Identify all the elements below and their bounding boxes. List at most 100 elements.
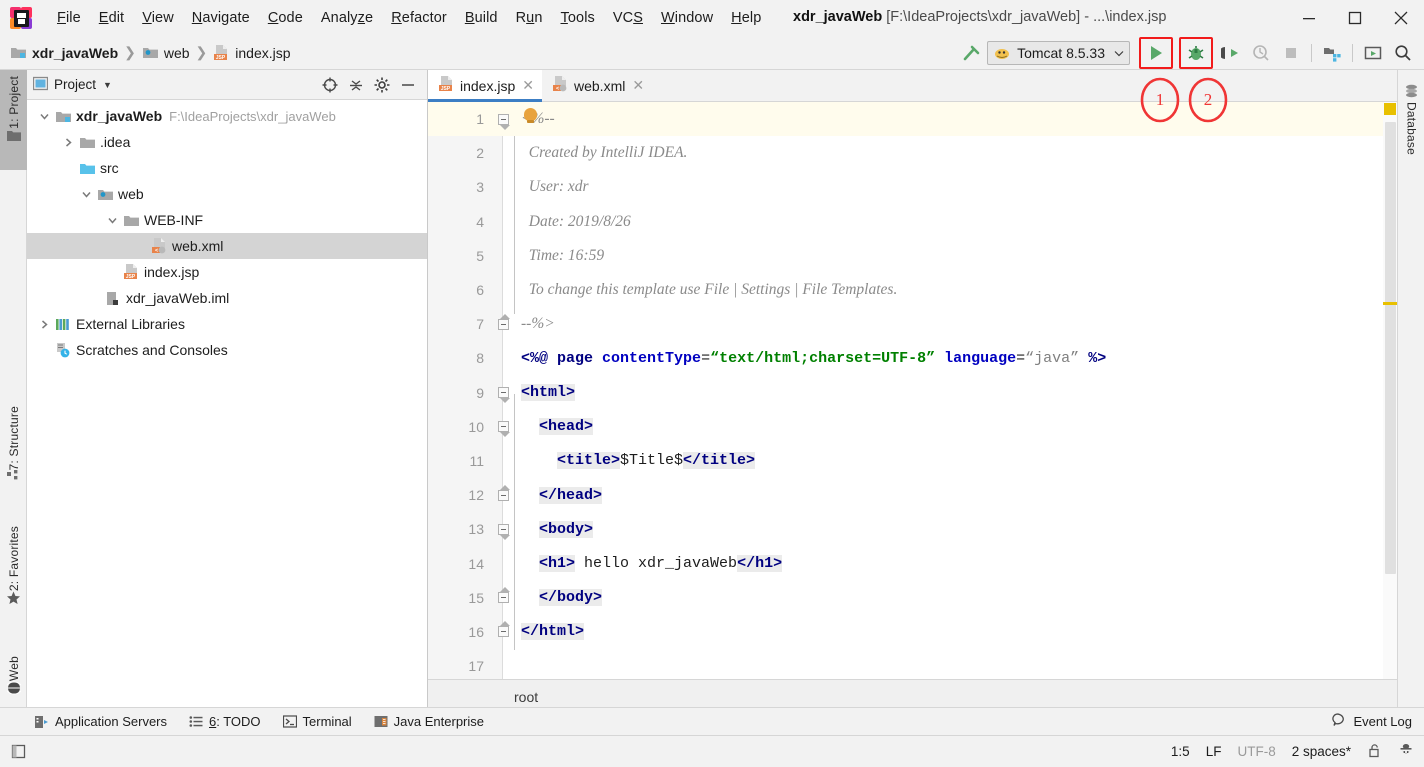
tab-web-xml[interactable]: < web.xml ✕ xyxy=(542,70,652,101)
toolwindow-terminal[interactable]: Terminal xyxy=(282,714,352,729)
fold-collapse-icon[interactable] xyxy=(497,387,510,404)
code-editor[interactable]: 1 <%-- 2 Created by IntelliJ IDEA. 3 User: … xyxy=(428,102,1397,679)
sidebar-item-project[interactable]: 1: Project xyxy=(0,70,27,170)
build-hammer-icon[interactable] xyxy=(957,39,987,67)
code-line[interactable]: 8 <%@ page contentType=“text/html;charset… xyxy=(428,341,1397,375)
sidebar-item-favorites[interactable]: 2: Favorites xyxy=(0,520,27,632)
code-line[interactable]: 17 xyxy=(428,649,1397,679)
code-line[interactable]: 15 </body> xyxy=(428,581,1397,615)
sidebar-item-database[interactable]: Database xyxy=(1398,74,1424,174)
run-button[interactable] xyxy=(1141,39,1171,67)
fold-gutter-cell[interactable] xyxy=(490,621,516,638)
run-with-coverage-button[interactable] xyxy=(1216,39,1246,67)
warning-marker[interactable] xyxy=(1384,103,1396,115)
code-line[interactable]: 7 --%> xyxy=(428,307,1397,341)
tab-index-jsp[interactable]: JSP index.jsp ✕ xyxy=(428,70,542,102)
hide-panel-button[interactable] xyxy=(395,73,421,97)
fold-end-icon[interactable] xyxy=(497,621,510,638)
hector-inspection-icon[interactable] xyxy=(1398,743,1414,761)
run-configuration-selector[interactable]: Tomcat 8.5.33 xyxy=(987,41,1130,65)
profile-button[interactable] xyxy=(1246,39,1276,67)
maximize-button[interactable] xyxy=(1332,0,1378,36)
tree-node-idea[interactable]: .idea xyxy=(27,129,427,155)
close-button[interactable] xyxy=(1378,0,1424,36)
code-line[interactable]: 12 </head> xyxy=(428,478,1397,512)
code-line[interactable]: 5 Time: 16:59 xyxy=(428,239,1397,273)
file-encoding[interactable]: UTF-8 xyxy=(1237,744,1275,759)
fold-end-icon[interactable] xyxy=(497,587,510,604)
indent-setting[interactable]: 2 spaces* xyxy=(1292,744,1351,759)
close-icon[interactable]: ✕ xyxy=(522,77,534,94)
caret-position[interactable]: 1:5 xyxy=(1171,744,1190,759)
menu-help[interactable]: Help xyxy=(722,7,770,29)
code-line[interactable]: 4 Date: 2019/8/26 xyxy=(428,205,1397,239)
tree-node-src[interactable]: src xyxy=(27,155,427,181)
breadcrumb-item-project[interactable]: xdr_javaWeb xyxy=(10,45,118,61)
fold-collapse-icon[interactable] xyxy=(497,523,510,540)
project-structure-button[interactable] xyxy=(1317,39,1347,67)
menu-file[interactable]: File xyxy=(48,7,90,29)
fold-gutter-cell[interactable] xyxy=(490,523,516,540)
fold-gutter-cell[interactable] xyxy=(490,313,516,330)
fold-gutter-cell[interactable] xyxy=(490,587,516,604)
code-line[interactable]: 16 </html> xyxy=(428,615,1397,649)
line-separator[interactable]: LF xyxy=(1206,744,1222,759)
menu-run[interactable]: Run xyxy=(507,7,552,29)
chevron-collapsed-icon[interactable] xyxy=(59,137,77,148)
gear-icon[interactable] xyxy=(369,73,395,97)
toolwindow-todo[interactable]: 6: TODO xyxy=(189,714,261,729)
chevron-expanded-icon[interactable] xyxy=(77,189,95,200)
menu-refactor[interactable]: Refactor xyxy=(382,7,456,29)
unlocked-icon[interactable] xyxy=(1367,743,1382,761)
tree-node-index-jsp[interactable]: JSP index.jsp xyxy=(27,259,427,285)
code-line[interactable]: 6 To change this template use File | Set… xyxy=(428,273,1397,307)
close-icon[interactable]: ✕ xyxy=(632,77,644,94)
tree-node-web-xml[interactable]: < web.xml xyxy=(27,233,427,259)
toolwindow-application-servers[interactable]: Application Servers xyxy=(34,714,167,729)
breadcrumb-item-file[interactable]: JSP index.jsp xyxy=(213,44,291,61)
fold-gutter-cell[interactable] xyxy=(490,484,516,501)
toolwindow-java-enterprise[interactable]: Java Enterprise xyxy=(374,714,484,729)
code-line[interactable]: 1 <%-- xyxy=(428,102,1397,137)
breadcrumb-item-web[interactable]: web xyxy=(142,45,190,61)
locate-file-button[interactable] xyxy=(317,73,343,97)
menu-edit[interactable]: Edit xyxy=(90,7,133,29)
scrollbar-thumb[interactable] xyxy=(1385,122,1396,574)
menu-code[interactable]: Code xyxy=(259,7,312,29)
update-application-button[interactable] xyxy=(1358,39,1388,67)
menu-vcs[interactable]: VCS xyxy=(604,7,652,29)
menu-tools[interactable]: Tools xyxy=(552,7,604,29)
tree-node-iml[interactable]: xdr_javaWeb.iml xyxy=(27,285,427,311)
sidebar-item-structure[interactable]: 7: Structure xyxy=(0,400,27,508)
stop-button[interactable] xyxy=(1276,39,1306,67)
fold-end-icon[interactable] xyxy=(497,313,510,330)
tree-node-web[interactable]: web xyxy=(27,181,427,207)
minimize-button[interactable] xyxy=(1286,0,1332,36)
code-line[interactable]: 2 Created by IntelliJ IDEA. xyxy=(428,136,1397,170)
chevron-expanded-icon[interactable] xyxy=(103,215,121,226)
code-line[interactable]: 9 <html> xyxy=(428,376,1397,410)
fold-gutter-cell[interactable] xyxy=(490,421,516,438)
editor-scrollbar[interactable] xyxy=(1383,102,1397,679)
fold-end-icon[interactable] xyxy=(497,484,510,501)
collapse-all-button[interactable] xyxy=(343,73,369,97)
code-line[interactable]: 11 <title>$Title$</title> xyxy=(428,444,1397,478)
tree-node-web-inf[interactable]: WEB-INF xyxy=(27,207,427,233)
menu-navigate[interactable]: Navigate xyxy=(183,7,259,29)
chevron-collapsed-icon[interactable] xyxy=(35,319,53,330)
menu-view[interactable]: View xyxy=(133,7,183,29)
fold-gutter-cell[interactable] xyxy=(490,387,516,404)
event-log-button[interactable]: Event Log xyxy=(1332,713,1412,730)
code-line[interactable]: 10 <head> xyxy=(428,410,1397,444)
code-line[interactable]: 3 User: xdr xyxy=(428,170,1397,204)
fold-collapse-icon[interactable] xyxy=(497,113,510,130)
menu-analyze[interactable]: Analyze xyxy=(312,7,382,29)
fold-collapse-icon[interactable] xyxy=(497,421,510,438)
chevron-down-icon[interactable]: ▼ xyxy=(103,80,112,90)
chevron-expanded-icon[interactable] xyxy=(35,111,53,122)
debug-button[interactable] xyxy=(1181,39,1211,67)
code-line[interactable]: 13 <body> xyxy=(428,512,1397,546)
tree-node-scratches[interactable]: Scratches and Consoles xyxy=(27,337,427,363)
fold-gutter-cell[interactable] xyxy=(490,113,516,130)
code-line[interactable]: 14 <h1> hello xdr_javaWeb</h1> xyxy=(428,546,1397,580)
